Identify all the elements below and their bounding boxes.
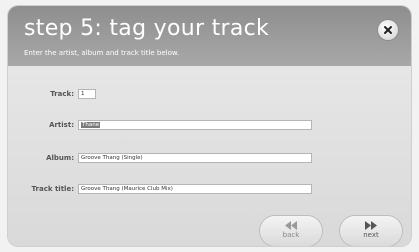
dialog-body: Track: 1 Artist: Thane Album: Groove Tha… bbox=[8, 66, 411, 246]
artist-value: Thane bbox=[81, 122, 101, 128]
artist-input[interactable]: Thane bbox=[78, 120, 312, 130]
track-title-label: Track title: bbox=[31, 185, 74, 193]
next-label: next bbox=[363, 231, 379, 239]
track-number-value: 1 bbox=[81, 91, 85, 97]
track-number-input[interactable]: 1 bbox=[78, 89, 96, 99]
close-icon bbox=[384, 26, 392, 34]
track-title-value: Groove Thang (Maurice Club Mix) bbox=[81, 186, 173, 192]
dialog-header: step 5: tag your track Enter the artist,… bbox=[8, 6, 411, 66]
artist-label: Artist: bbox=[49, 121, 74, 129]
rewind-arrows-icon bbox=[285, 221, 297, 230]
tag-track-dialog: step 5: tag your track Enter the artist,… bbox=[8, 6, 411, 246]
album-value: Groove Thang (Single) bbox=[81, 155, 143, 161]
instructions-text: Enter the artist, album and track title … bbox=[24, 49, 180, 57]
forward-arrows-icon bbox=[365, 221, 377, 230]
page-title: step 5: tag your track bbox=[24, 16, 270, 41]
track-label: Track: bbox=[50, 90, 74, 98]
close-button[interactable] bbox=[378, 20, 398, 40]
album-input[interactable]: Groove Thang (Single) bbox=[78, 153, 312, 163]
next-button[interactable]: next bbox=[340, 216, 402, 246]
back-label: back bbox=[282, 231, 300, 239]
back-button[interactable]: back bbox=[260, 216, 322, 246]
album-label: Album: bbox=[46, 154, 74, 162]
track-title-input[interactable]: Groove Thang (Maurice Club Mix) bbox=[78, 184, 312, 194]
